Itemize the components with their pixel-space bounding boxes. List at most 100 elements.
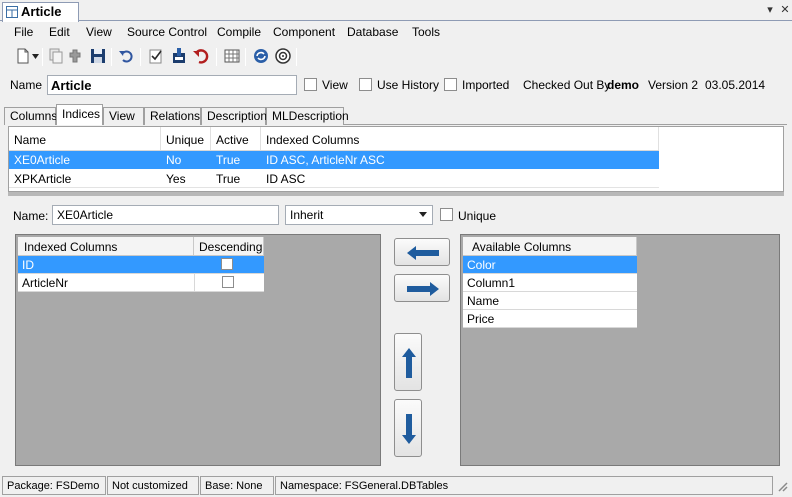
- checklist-icon[interactable]: [147, 47, 165, 65]
- tab-mldescription[interactable]: MLDescription: [266, 107, 349, 125]
- status-package: Package: FSDemo: [2, 476, 106, 495]
- cell-unique: No: [166, 153, 182, 167]
- tab-description[interactable]: Description: [201, 107, 267, 125]
- column-header-active[interactable]: Active: [211, 127, 261, 150]
- arrow-left-icon: [407, 246, 439, 260]
- close-icon[interactable]: ✕: [779, 3, 791, 17]
- unique-checkbox[interactable]: [440, 208, 453, 221]
- list-item[interactable]: ArticleNr: [18, 274, 194, 292]
- refresh-sync-icon[interactable]: [252, 47, 270, 65]
- move-down-button[interactable]: [394, 399, 422, 457]
- resize-grip-icon[interactable]: [776, 480, 788, 492]
- index-name-input[interactable]: XE0Article: [52, 205, 279, 225]
- move-right-button[interactable]: [394, 274, 450, 302]
- document-tab-title: Article: [21, 4, 62, 19]
- imported-label: Imported: [462, 78, 510, 92]
- menu-edit[interactable]: Edit: [49, 25, 70, 39]
- list-item[interactable]: Price: [463, 310, 637, 328]
- descending-cell[interactable]: [194, 256, 264, 274]
- descending-cell[interactable]: [194, 274, 264, 292]
- view-checkbox-label: View: [322, 78, 348, 92]
- undo-icon[interactable]: [117, 47, 135, 65]
- date-text: 03.05.2014: [705, 78, 766, 92]
- status-customized: Not customized: [107, 476, 199, 495]
- menu-database[interactable]: Database: [347, 25, 398, 39]
- inherit-select-value: Inherit: [290, 208, 324, 222]
- tab-columns[interactable]: Columns: [4, 107, 57, 125]
- name-label: Name: [10, 78, 43, 92]
- indices-grid[interactable]: Name Unique Active Indexed Columns XE0Ar…: [8, 126, 784, 192]
- cell-indexed-columns: ID ASC: [266, 172, 306, 186]
- list-item[interactable]: Name: [463, 292, 637, 310]
- index-name-label: Name:: [13, 209, 49, 223]
- column-header-indexed-columns[interactable]: Indexed Columns: [261, 127, 659, 150]
- descending-header[interactable]: Descending: [194, 237, 264, 256]
- menu-tools[interactable]: Tools: [412, 25, 440, 39]
- target-icon[interactable]: [274, 47, 292, 65]
- list-item[interactable]: ID: [18, 256, 194, 274]
- tab-indices[interactable]: Indices: [56, 104, 103, 125]
- revert-icon[interactable]: [192, 47, 210, 65]
- inherit-select[interactable]: Inherit: [285, 205, 433, 225]
- arrow-right-icon: [407, 282, 439, 296]
- copy-icon[interactable]: [47, 47, 65, 65]
- document-tab-bar: [0, 0, 792, 21]
- status-namespace: Namespace: FSGeneral.DBTables: [275, 476, 773, 495]
- menu-source-control[interactable]: Source Control: [127, 25, 207, 39]
- toolbar: [0, 44, 792, 70]
- table-row[interactable]: XE0Article No True ID ASC, ArticleNr ASC: [9, 151, 659, 169]
- cell-unique: Yes: [166, 172, 186, 186]
- new-document-icon[interactable]: [14, 47, 32, 65]
- status-base: Base: None: [200, 476, 274, 495]
- list-item[interactable]: Color: [463, 256, 637, 274]
- menu-file[interactable]: File: [14, 25, 33, 39]
- calendar-grid-icon[interactable]: [223, 47, 241, 65]
- cell-active: True: [216, 172, 241, 186]
- name-input[interactable]: Article: [47, 75, 297, 95]
- cell-name: XE0Article: [14, 153, 71, 167]
- plugin-icon[interactable]: [66, 47, 84, 65]
- cell-name: XPKArticle: [14, 172, 72, 186]
- menu-component[interactable]: Component: [273, 25, 335, 39]
- splitter[interactable]: [8, 192, 784, 196]
- document-tab-article[interactable]: Article: [2, 2, 79, 22]
- toolbar-separator: [42, 48, 43, 66]
- available-columns-panel[interactable]: Available Columns Color Column1 Name Pri…: [460, 234, 780, 466]
- toolbar-separator: [216, 48, 217, 66]
- dropdown-arrow-icon[interactable]: [32, 54, 40, 60]
- list-item[interactable]: Column1: [463, 274, 637, 292]
- use-history-checkbox[interactable]: [359, 78, 372, 91]
- unique-label: Unique: [458, 209, 497, 223]
- cell-active: True: [216, 153, 241, 167]
- use-history-label: Use History: [377, 78, 440, 92]
- toolbar-separator: [111, 48, 112, 66]
- menu-bar: File Edit View Source Control Compile Co…: [0, 22, 792, 42]
- toolbar-separator: [296, 48, 297, 66]
- check-in-icon[interactable]: [170, 47, 188, 65]
- descending-checkbox[interactable]: [221, 258, 233, 270]
- available-columns-header[interactable]: Available Columns: [463, 237, 637, 256]
- table-row[interactable]: XPKArticle Yes True ID ASC: [9, 170, 659, 188]
- toolbar-separator: [245, 48, 246, 66]
- column-header-name[interactable]: Name: [9, 127, 161, 150]
- save-icon[interactable]: [89, 47, 107, 65]
- move-up-button[interactable]: [394, 333, 422, 391]
- indexed-columns-panel[interactable]: Indexed Columns Descending ID ArticleNr: [15, 234, 381, 466]
- toolbar-separator: [140, 48, 141, 66]
- table-icon: [6, 6, 18, 18]
- chevron-down-icon: [419, 212, 427, 217]
- descending-checkbox[interactable]: [222, 276, 234, 288]
- checked-out-user: demo: [607, 78, 640, 92]
- pin-dropdown-icon[interactable]: ▾: [764, 3, 776, 17]
- menu-compile[interactable]: Compile: [217, 25, 261, 39]
- column-header-unique[interactable]: Unique: [161, 127, 211, 150]
- imported-checkbox[interactable]: [444, 78, 457, 91]
- tab-view[interactable]: View: [103, 107, 144, 125]
- view-checkbox[interactable]: [304, 78, 317, 91]
- indexed-columns-header[interactable]: Indexed Columns: [18, 237, 194, 256]
- version-text: Version 2: [648, 78, 699, 92]
- menu-view[interactable]: View: [86, 25, 112, 39]
- tab-relations[interactable]: Relations: [144, 107, 201, 125]
- move-left-button[interactable]: [394, 238, 450, 266]
- arrow-up-icon: [402, 348, 416, 378]
